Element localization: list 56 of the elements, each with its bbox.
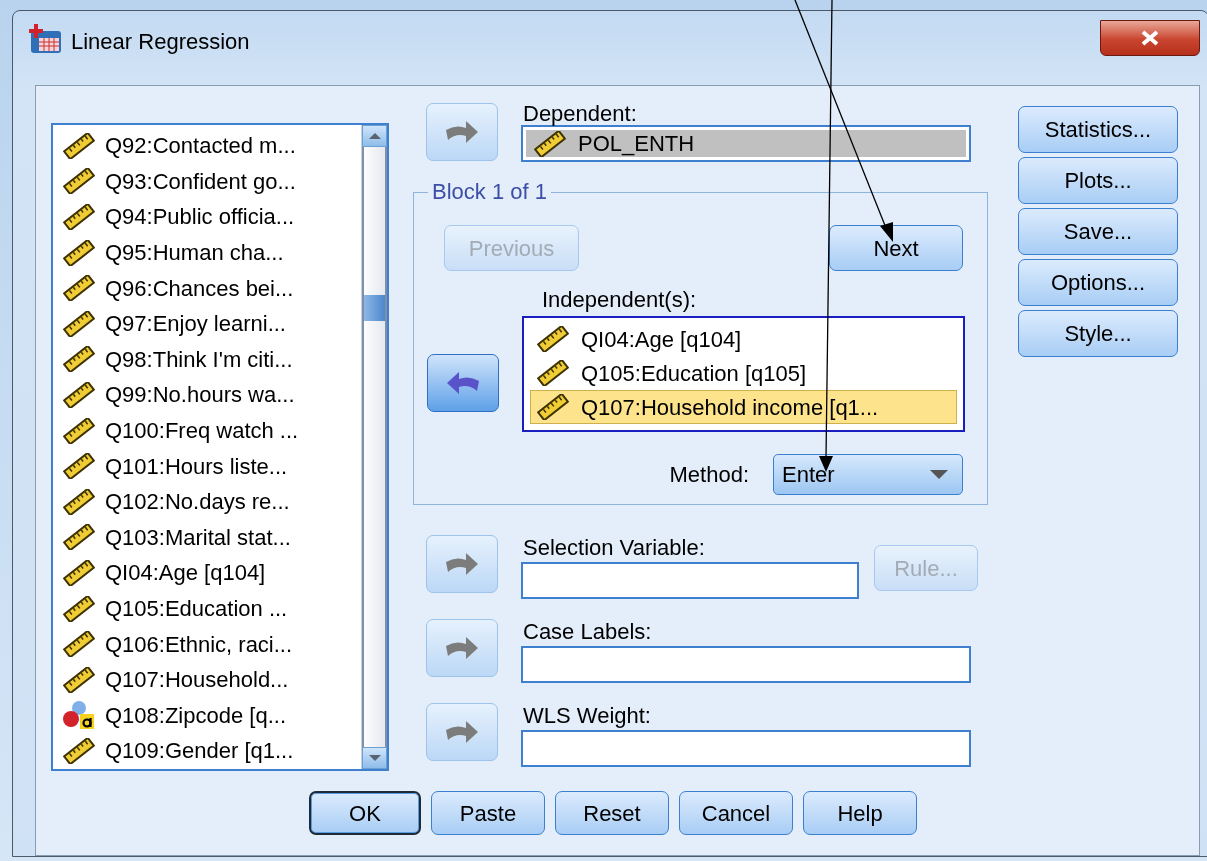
- variable-item[interactable]: QI04:Age [q104]: [530, 322, 957, 356]
- dialog-button[interactable]: Statistics...: [1018, 106, 1178, 153]
- down-arrow-icon: [367, 754, 382, 762]
- field-label: Dependent:: [523, 103, 638, 125]
- variable-item[interactable]: Q92:Contacted m...: [53, 128, 361, 164]
- variable-item[interactable]: Q99:No.hours wa...: [53, 377, 361, 413]
- dialog-button[interactable]: Plots...: [1018, 157, 1178, 204]
- variable-item[interactable]: Q94:Public officia...: [53, 199, 361, 235]
- variable-item[interactable]: Q93:Confident go...: [53, 163, 361, 200]
- scroll-thumb[interactable]: [364, 295, 385, 321]
- field-label: Selection Variable:: [523, 537, 706, 559]
- next-button[interactable]: Next: [829, 225, 963, 271]
- variable-list[interactable]: [51, 123, 389, 771]
- dialog-button[interactable]: Help: [803, 791, 917, 835]
- variable-item[interactable]: Q108:Zipcode [q...: [53, 697, 361, 734]
- variable-item[interactable]: Q109:Gender [q1...: [53, 733, 361, 769]
- text-field[interactable]: [521, 730, 971, 767]
- dialog-button[interactable]: Style...: [1018, 310, 1178, 357]
- text-field[interactable]: [521, 646, 971, 683]
- variable-item[interactable]: Q107:Household income [q1...: [530, 390, 957, 424]
- dialog-button[interactable]: OK: [309, 791, 421, 835]
- independents-list[interactable]: QI04:Age [q104] Q105:Education [q105] Q107:Household income [q1...: [522, 316, 965, 432]
- dialog-button[interactable]: Reset: [555, 791, 669, 835]
- scroll-down-button[interactable]: [362, 747, 387, 769]
- close-icon: [1140, 30, 1160, 46]
- variable-item[interactable]: Q105:Education [q105]: [530, 356, 957, 390]
- field-label: Case Labels:: [523, 621, 653, 643]
- dialog-button[interactable]: Cancel: [679, 791, 793, 835]
- variable-item[interactable]: Q95:Human cha...: [53, 234, 361, 271]
- variable-item[interactable]: Q102:No.days re...: [53, 483, 361, 520]
- variable-item[interactable]: Q106:Ethnic, raci...: [53, 626, 361, 662]
- field-label: Independent(s):: [542, 289, 698, 311]
- dialog-button[interactable]: Options...: [1018, 259, 1178, 306]
- variable-item[interactable]: Q100:Freq watch ...: [53, 412, 361, 449]
- variable-item[interactable]: Q107:Household...: [53, 661, 361, 698]
- dialog-button[interactable]: Paste: [431, 791, 545, 835]
- field-label: WLS Weight:: [523, 705, 652, 727]
- variable-item[interactable]: Q98:Think I'm citi...: [53, 341, 361, 378]
- dialog-button[interactable]: Save...: [1018, 208, 1178, 255]
- caret-icon: [930, 470, 948, 479]
- method-dropdown[interactable]: Enter: [773, 454, 963, 495]
- window-title: Linear Regression: [71, 28, 250, 56]
- field-label: Method:: [669, 463, 749, 486]
- nominal-variable-icon: [63, 700, 95, 731]
- variable-item[interactable]: Q101:Hours liste...: [53, 448, 361, 484]
- table-icon: [27, 23, 63, 55]
- variable-item[interactable]: Q96:Chances bei...: [53, 270, 361, 306]
- variable-item[interactable]: QI04:Age [q104]: [53, 555, 361, 591]
- variable-item[interactable]: Q97:Enjoy learni...: [53, 305, 361, 342]
- variable-item[interactable]: Q103:Marital stat...: [53, 519, 361, 556]
- scroll-up-button[interactable]: [362, 125, 387, 147]
- variable-item[interactable]: Q105:Education ...: [53, 590, 361, 627]
- up-arrow-icon: [367, 132, 382, 140]
- transfer-button[interactable]: [427, 354, 499, 412]
- text-field[interactable]: [521, 562, 859, 599]
- close-button[interactable]: [1100, 20, 1200, 56]
